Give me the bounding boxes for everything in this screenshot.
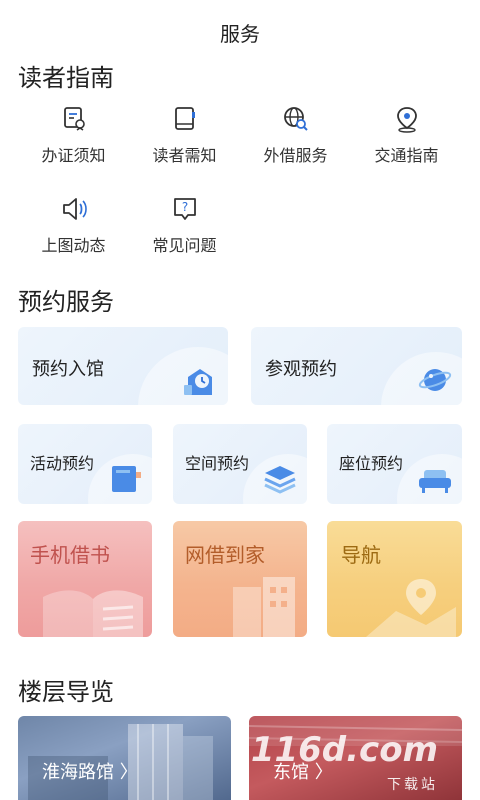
reserve-entry-card[interactable]: 预约入馆 xyxy=(18,327,228,405)
guide-label: 交通指南 xyxy=(374,146,439,165)
section-title-floor-guide: 楼层导览 xyxy=(18,678,114,706)
svg-text:?: ? xyxy=(181,200,187,214)
guide-label: 办证须知 xyxy=(41,146,106,165)
question-icon: ? xyxy=(173,198,196,220)
card-label: 导航 xyxy=(341,543,381,567)
guide-item-certificate[interactable]: 办证须知 xyxy=(18,104,129,166)
guide-label: 外借服务 xyxy=(263,146,328,165)
card-label: 参观预约 xyxy=(265,359,337,380)
notebook-icon xyxy=(174,107,195,130)
guide-label: 上图动态 xyxy=(41,236,106,255)
guide-label: 常见问题 xyxy=(152,236,217,255)
card-label: 手机借书 xyxy=(30,543,110,567)
visit-reservation-card[interactable]: 参观预约 xyxy=(251,327,462,405)
card-label: 网借到家 xyxy=(185,543,265,567)
buildings-icon xyxy=(233,577,295,637)
open-book-icon xyxy=(43,590,143,637)
section-title-reservation: 预约服务 xyxy=(18,288,114,316)
guide-item-lending[interactable]: 外借服务 xyxy=(240,104,351,166)
floor-card-label: 淮海路馆 〉 xyxy=(42,762,138,783)
floor-card-east[interactable]: 东馆 〉 116d.com 下载站 xyxy=(249,716,462,800)
mobile-borrow-card[interactable]: 手机借书 xyxy=(18,521,152,637)
online-borrow-card[interactable]: 网借到家 xyxy=(173,521,307,637)
navigation-card[interactable]: 导航 xyxy=(327,521,462,637)
speaker-icon xyxy=(62,198,87,220)
card-label: 座位预约 xyxy=(339,454,404,473)
watermark-subtext: 下载站 xyxy=(387,777,438,793)
location-pin-icon xyxy=(396,107,417,133)
sofa-icon xyxy=(419,470,451,493)
building-clock-icon xyxy=(184,369,212,395)
section-title-reader-guide: 读者指南 xyxy=(18,64,114,92)
certificate-icon xyxy=(63,107,85,131)
watermark-logo: 116d.com xyxy=(250,730,438,770)
layers-icon xyxy=(264,466,296,494)
guide-item-transport[interactable]: 交通指南 xyxy=(351,104,462,166)
space-reservation-card[interactable]: 空间预约 xyxy=(173,424,307,504)
map-pin-icon xyxy=(366,579,456,637)
book-icon xyxy=(112,466,141,492)
card-label: 预约入馆 xyxy=(32,359,104,380)
guide-item-news[interactable]: 上图动态 xyxy=(18,194,129,256)
guide-label: 读者需知 xyxy=(152,146,217,165)
floor-card-huaihai[interactable]: 淮海路馆 〉 xyxy=(18,716,231,800)
card-label: 空间预约 xyxy=(185,454,250,473)
planet-icon xyxy=(418,369,452,391)
guide-item-reader-notice[interactable]: 读者需知 xyxy=(129,104,240,166)
page-title: 服务 xyxy=(220,22,260,46)
globe-search-icon xyxy=(283,107,308,131)
guide-item-faq[interactable]: ? 常见问题 xyxy=(129,194,240,256)
card-label: 活动预约 xyxy=(30,454,95,473)
activity-reservation-card[interactable]: 活动预约 xyxy=(18,424,152,504)
seat-reservation-card[interactable]: 座位预约 xyxy=(327,424,462,504)
